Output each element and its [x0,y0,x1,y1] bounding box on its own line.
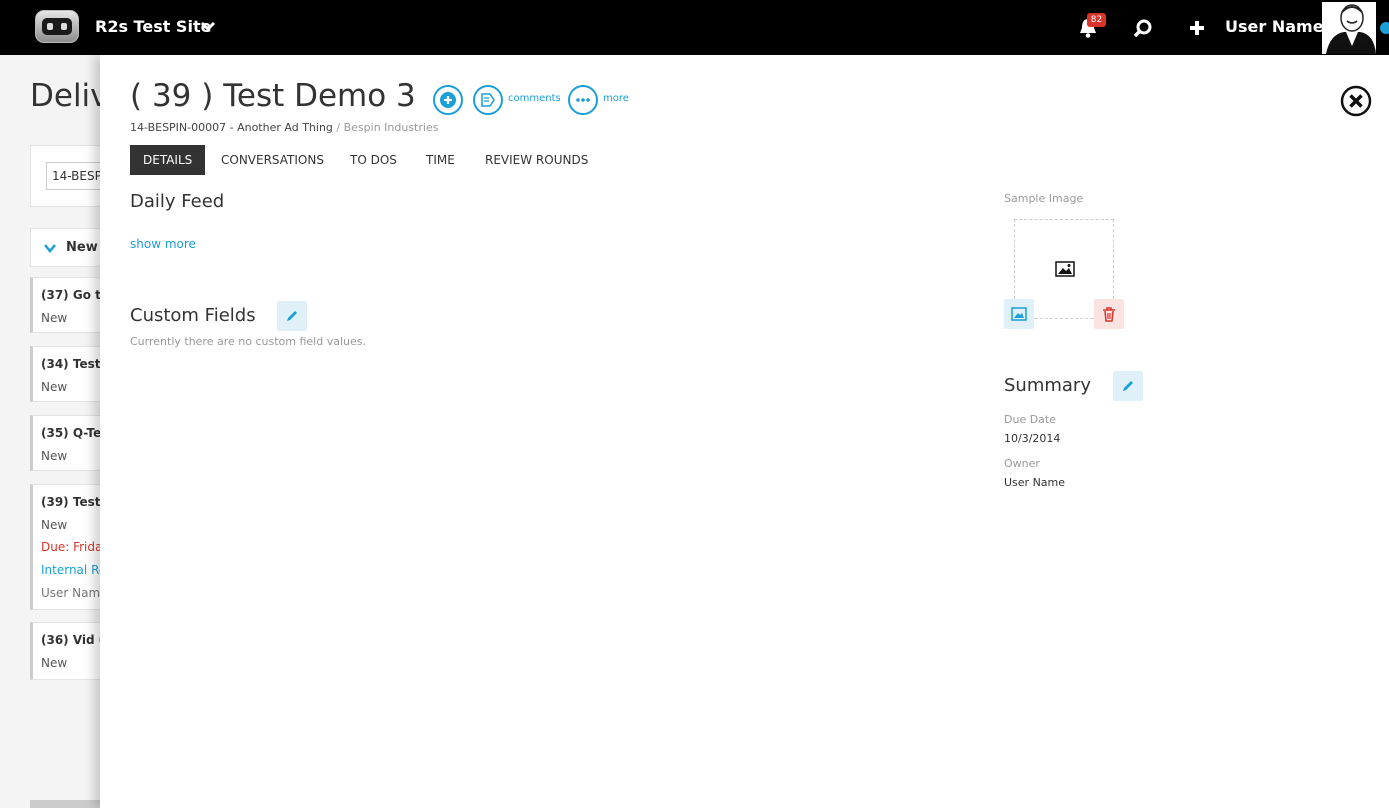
avatar[interactable] [1322,2,1376,54]
card-owner: User Name [41,586,108,600]
background-page-title: Deliv [30,78,109,114]
logo-screen [42,18,72,35]
card-title: (35) Q-Test [41,426,109,440]
card-title: (39) Test D [41,495,109,509]
tab-to-dos[interactable]: TO DOS [337,145,410,175]
custom-fields-empty-text: Currently there are no custom field valu… [130,335,366,348]
edit-custom-fields-button[interactable] [277,301,307,331]
top-bar: R2s Test Site 82 User Name [0,0,1389,55]
detail-panel: ( 39 ) Test Demo 3 comments more 14-BESP… [100,55,1389,808]
comments-label[interactable]: comments [508,93,561,104]
background-group-header[interactable]: New [30,228,110,267]
search-icon[interactable] [1132,17,1154,39]
card-title: (34) Test N [41,357,109,371]
chevron-down-icon [44,244,56,253]
summary-heading: Summary [1004,375,1091,396]
sample-image-label: Sample Image [1004,192,1084,205]
due-date-value: 10/3/2014 [1004,432,1061,445]
background-filter-box: 14-BESPI [30,145,126,207]
more-dots-icon [576,98,590,102]
plus-icon [440,92,456,108]
upload-image-button[interactable] [1004,299,1034,329]
add-button[interactable] [433,85,463,115]
image-icon [1055,261,1075,277]
edit-summary-button[interactable] [1113,371,1143,401]
project-code[interactable]: 14-BESPIN-00007 - Another Ad Thing [130,121,333,134]
online-status-dot [1380,22,1389,34]
comments-button[interactable] [473,85,503,115]
background-card[interactable]: (36) Vid up New [30,622,110,680]
card-link[interactable]: Internal Re [41,563,109,577]
background-card[interactable]: (37) Go thr New [30,277,110,333]
comment-icon [481,93,495,107]
close-icon[interactable] [1340,85,1372,117]
add-icon[interactable] [1187,18,1207,38]
site-title[interactable]: R2s Test Site [95,17,211,36]
due-date-label: Due Date [1004,413,1056,426]
card-status: New [41,518,68,532]
notification-badge: 82 [1087,13,1106,27]
chevron-down-icon[interactable] [200,18,216,34]
logo-eye-left [47,23,53,30]
logo-eye-right [61,23,67,30]
tab-conversations[interactable]: CONVERSATIONS [208,145,337,175]
owner-value: User Name [1004,476,1066,489]
page-title: ( 39 ) Test Demo 3 [130,78,416,114]
owner-label: Owner [1004,457,1040,470]
card-status: New [41,656,68,670]
tab-details[interactable]: DETAILS [130,145,206,175]
pencil-icon [287,311,297,321]
image-upload-icon [1011,307,1027,321]
pencil-icon [1123,381,1133,391]
background-group-label: New [66,240,98,255]
trash-icon [1103,307,1115,322]
user-menu-name[interactable]: User Name [1225,17,1324,36]
show-more-link[interactable]: show more [130,237,196,251]
daily-feed-heading: Daily Feed [130,191,225,212]
card-title: (36) Vid up [41,633,109,647]
background-footer-bar [30,800,110,808]
card-title: (37) Go thr [41,288,109,302]
delete-image-button[interactable] [1094,299,1124,329]
background-card[interactable]: (35) Q-Test New [30,415,110,471]
card-due-date: Due: Friday [41,540,110,554]
background-card[interactable]: (34) Test N New [30,346,110,402]
card-status: New [41,380,68,394]
client-name[interactable]: Bespin Industries [344,121,439,134]
tab-review-rounds[interactable]: REVIEW ROUNDS [472,145,601,175]
tab-time[interactable]: TIME [413,145,468,175]
breadcrumb-separator: / [332,121,344,134]
breadcrumb: 14-BESPIN-00007 - Another Ad Thing / Bes… [130,121,438,134]
custom-fields-heading: Custom Fields [130,305,256,326]
more-label[interactable]: more [603,93,629,104]
card-status: New [41,449,68,463]
app-logo[interactable] [35,10,79,43]
more-button[interactable] [568,85,598,115]
card-status: New [41,311,68,325]
background-card[interactable]: (39) Test D New Due: Friday Internal Re … [30,484,110,610]
